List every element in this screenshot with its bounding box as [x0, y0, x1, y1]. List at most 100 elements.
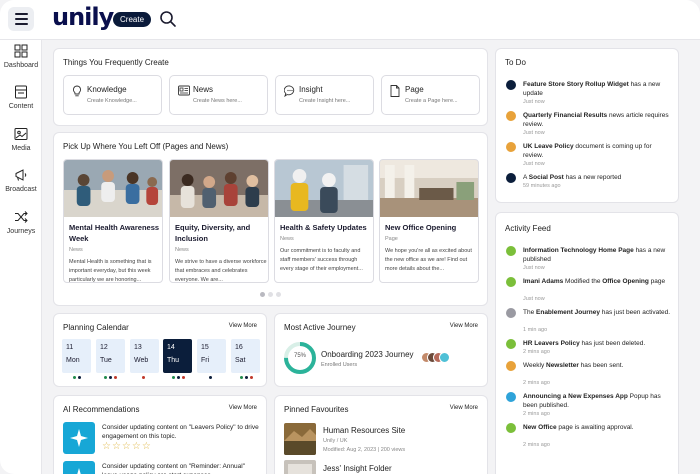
sidebar-item-broadcast[interactable]: Broadcast [0, 168, 42, 193]
page-card[interactable]: Health & Safety Updates News Our commitm… [274, 159, 374, 283]
day-name: Fri [201, 357, 210, 364]
timestamp: 2 mins ago [523, 411, 550, 417]
calendar-day[interactable]: 12 Tue [96, 339, 125, 373]
page-title: Equity, Diversity, and Inclusion [175, 223, 251, 243]
favourite-name[interactable]: Jess' Insight Folder [323, 464, 392, 473]
card-title: To Do [505, 58, 526, 67]
status-badge-icon [506, 339, 516, 349]
menu-icon[interactable] [8, 7, 34, 31]
page-kind: News [280, 236, 294, 242]
day-number: 12 [100, 344, 108, 351]
recommendation-text[interactable]: Consider updating content on "Leavers Po… [102, 423, 262, 441]
create-item-sub: Create a Page here... [405, 98, 458, 104]
create-button[interactable]: Create [113, 12, 152, 27]
favourite-thumbnail [284, 423, 316, 455]
timestamp: 2 mins ago [523, 380, 550, 386]
day-name: Sat [235, 357, 246, 364]
day-number: 16 [235, 344, 243, 351]
event-dots [73, 376, 81, 379]
app-window: unily Create Dashboard Content Media Bro… [0, 0, 700, 474]
recent-pages-card: Pick Up Where You Left Off (Pages and Ne… [53, 132, 488, 306]
day-name: Tue [100, 357, 112, 364]
day-number: 15 [201, 344, 209, 351]
page-title: New Office Opening [385, 223, 457, 232]
create-item-label: Page [405, 85, 424, 94]
timestamp: Just now [523, 130, 545, 136]
rating-stars[interactable]: ☆☆☆☆☆ [102, 441, 152, 452]
user-avatars [421, 352, 451, 364]
sparkle-icon [63, 461, 95, 474]
day-name: Web [134, 357, 149, 364]
news-icon [178, 85, 190, 96]
calendar-day[interactable]: 11 Mon [62, 339, 91, 373]
timestamp: 2 mins ago [523, 442, 550, 448]
page-thumbnail [275, 160, 373, 217]
calendar-day[interactable]: 13 Web [130, 339, 159, 373]
avatar [439, 352, 450, 363]
calendar-day[interactable]: 16 Sat [231, 339, 260, 373]
event-dots [240, 376, 253, 379]
page-card[interactable]: New Office Opening Page We hope you're a… [379, 159, 479, 283]
sidebar-item-label: Content [8, 103, 34, 110]
event-dots [104, 376, 117, 379]
page-title: Health & Safety Updates [280, 223, 367, 232]
page-desc: Our commitment is to faculty and staff m… [280, 248, 363, 272]
card-title: Pinned Favourites [284, 405, 349, 414]
day-number: 13 [134, 344, 142, 351]
event-dots [209, 376, 212, 379]
document-icon [15, 85, 27, 99]
list-item-text: Imani Adams Modified the Office Opening … [523, 278, 666, 285]
page-card[interactable]: Equity, Diversity, and Inclusion News We… [169, 159, 269, 283]
favourite-name[interactable]: Human Resources Site [323, 426, 405, 435]
view-more-link[interactable]: View More [229, 323, 257, 329]
todo-card: To Do Feature Store Story Rollup Widget … [495, 48, 679, 203]
pinned-favourites-card: Pinned Favourites View More Human Resour… [274, 395, 488, 474]
journey-name[interactable]: Onboarding 2023 Journey [321, 350, 414, 359]
day-number: 11 [66, 344, 74, 351]
search-icon[interactable] [159, 10, 177, 28]
create-knowledge-button[interactable]: Knowledge Create Knowledge... [63, 75, 162, 115]
status-badge-icon [506, 392, 516, 402]
list-item-text: UK Leave Policy document is coming up fo… [523, 143, 652, 159]
day-name: Mon [66, 357, 80, 364]
sidebar-item-media[interactable]: Media [0, 127, 42, 152]
page-card[interactable]: Mental Health Awareness Week News Mental… [63, 159, 163, 283]
page-thumbnail [170, 160, 268, 217]
sidebar-item-journeys[interactable]: Journeys [0, 210, 42, 235]
logo: unily [52, 3, 114, 31]
journey-status: Enrolled Users [321, 362, 358, 368]
timestamp: 59 minutes ago [523, 183, 561, 189]
list-item-text: Quarterly Financial Results news article… [523, 112, 669, 128]
status-badge-icon [506, 246, 516, 256]
card-title: Activity Feed [505, 224, 551, 233]
sidebar-item-content[interactable]: Content [0, 85, 42, 110]
view-more-link[interactable]: View More [450, 405, 478, 411]
create-item-sub: Create News here... [193, 98, 242, 104]
megaphone-icon [15, 169, 27, 181]
page-desc: We hope you're all as excited about the … [385, 248, 472, 272]
list-item-text: The Enablement Journey has just been act… [523, 309, 671, 316]
timestamp: 2 mins ago [523, 349, 550, 355]
card-title: AI Recommendations [63, 405, 140, 414]
carousel-dots[interactable] [260, 292, 281, 297]
create-insight-button[interactable]: Insight Create Insight here... [275, 75, 374, 115]
view-more-link[interactable]: View More [229, 405, 257, 411]
card-title: Things You Frequently Create [63, 58, 169, 67]
sidebar-item-dashboard[interactable]: Dashboard [0, 44, 42, 69]
status-badge-icon [506, 80, 516, 90]
calendar-day[interactable]: 15 Fri [197, 339, 226, 373]
status-badge-icon [506, 142, 516, 152]
page-kind: News [175, 247, 189, 253]
status-badge-icon [506, 361, 516, 371]
day-name: Thu [167, 357, 180, 364]
list-item-text: Information Technology Home Page has a n… [523, 247, 666, 263]
create-page-button[interactable]: Page Create a Page here... [381, 75, 480, 115]
calendar-day-selected[interactable]: 14 Thu [163, 339, 192, 373]
activity-feed-card: Activity Feed Information Technology Hom… [495, 212, 679, 474]
shuffle-icon [15, 211, 28, 223]
recommendation-text[interactable]: Consider updating content on "Reminder: … [102, 462, 262, 474]
create-news-button[interactable]: News Create News here... [169, 75, 268, 115]
page-kind: News [69, 247, 83, 253]
view-more-link[interactable]: View More [450, 323, 478, 329]
sparkle-icon [63, 422, 95, 454]
